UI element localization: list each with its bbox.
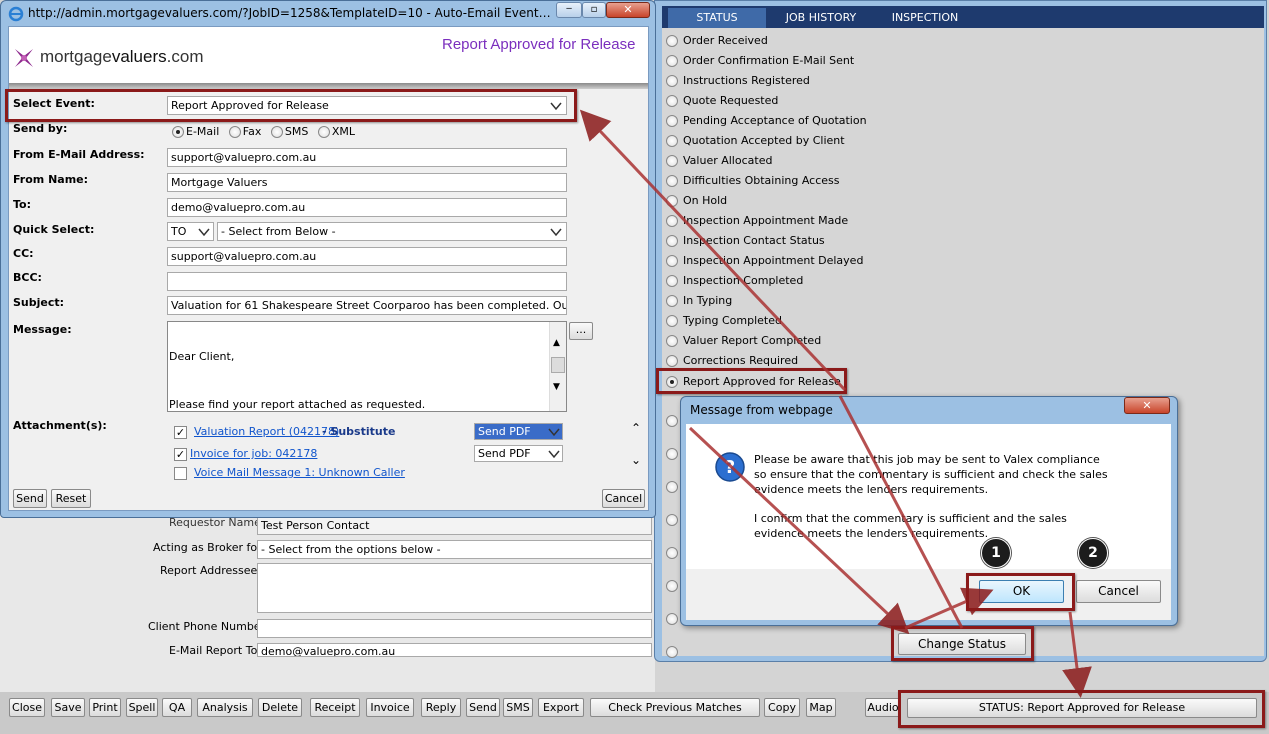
annotation-arrows bbox=[579, 109, 1092, 698]
callout-1: 1 bbox=[981, 538, 1011, 568]
callout-2: 2 bbox=[1078, 538, 1108, 568]
